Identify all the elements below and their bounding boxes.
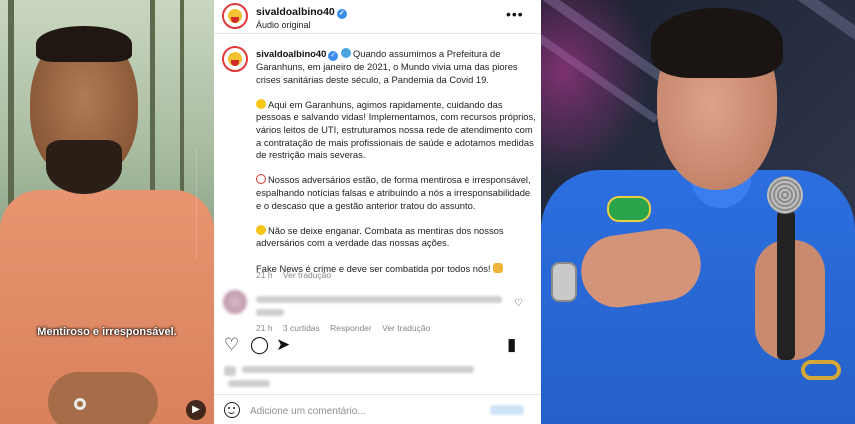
speaker-ring (74, 398, 86, 410)
like-heart-icon[interactable]: ♡ (224, 336, 239, 354)
smile-emoji-icon (256, 224, 266, 235)
man-hair (651, 8, 783, 78)
speaker-hair (36, 26, 132, 62)
caption-author-avatar[interactable] (222, 46, 248, 72)
blurred-likes-avatar (224, 366, 236, 376)
publish-comment-button[interactable] (490, 405, 524, 415)
comment-like-heart-icon[interactable]: ♡ (514, 298, 523, 309)
pin-emoji-icon (340, 48, 351, 58)
stage-light (541, 0, 651, 180)
caption-translate-link[interactable]: Ver tradução (283, 270, 331, 280)
right-photo-frame (541, 0, 855, 424)
emoji-picker-icon[interactable] (224, 402, 240, 418)
blurred-date-text (228, 380, 270, 387)
background-tree (150, 0, 155, 200)
speaker-hand (48, 372, 158, 424)
smile-emoji-icon (256, 98, 266, 109)
volume-icon[interactable]: ▶ (186, 400, 206, 420)
blurred-comment-text (256, 309, 284, 316)
video-watermark (196, 150, 208, 260)
bookmark-icon[interactable]: ▮ (507, 336, 516, 354)
caption-paragraph-2: Aqui em Garanhuns, agimos rapidamente, c… (256, 98, 536, 162)
background-tree (8, 0, 14, 220)
comment-meta: 21 h 3 curtidas Responder Ver tradução (256, 323, 438, 333)
header-divider (214, 33, 541, 34)
caption-meta: 21 h Ver tradução (256, 270, 339, 280)
instagram-post-panel: sivaldoalbino40 ✓ Áudio original ••• siva… (214, 0, 541, 424)
comment-box-divider (214, 394, 541, 395)
comment-translate-link[interactable]: Ver tradução (382, 323, 430, 333)
comment-input[interactable]: Adicione um comentário... (250, 406, 366, 417)
post-author-header[interactable]: sivaldoalbino40 ✓ (256, 6, 347, 19)
caption-paragraph-1: sivaldoalbino40 ✓ Quando assumimos a Pref… (256, 48, 536, 86)
more-options-icon[interactable]: ••• (506, 6, 524, 22)
microphone-icon (767, 176, 803, 214)
caption-text-3: Nossos adversários estão, de forma menti… (256, 174, 531, 211)
post-author-username[interactable]: sivaldoalbino40 (256, 6, 335, 18)
caption-username[interactable]: sivaldoalbino40 (256, 48, 326, 59)
speaker-beard (46, 140, 122, 194)
blurred-likes-text (242, 366, 474, 373)
wristwatch (551, 262, 577, 302)
caption-text-2: Aqui em Garanhuns, agimos rapidamente, c… (256, 98, 536, 161)
blurred-comment-text (256, 296, 502, 303)
comment-likes[interactable]: 3 curtidas (283, 323, 320, 333)
video-subtitle: Mentiroso e irresponsável. (37, 326, 177, 338)
comment-bubble-icon[interactable]: ◯ (250, 336, 269, 354)
caption-paragraph-4: Não se deixe enganar. Combata as mentira… (256, 224, 536, 250)
verified-badge-icon: ✓ (336, 9, 347, 19)
commenter-avatar[interactable] (223, 290, 247, 314)
comment-time: 21 h (256, 323, 273, 333)
caption-paragraph-3: Nossos adversários estão, de forma menti… (256, 174, 536, 212)
audio-label[interactable]: Áudio original (256, 20, 311, 30)
verified-badge-icon: ✓ (328, 51, 339, 61)
microphone-handle (777, 210, 795, 360)
caption-text-4: Não se deixe enganar. Combata as mentira… (256, 224, 504, 249)
background-tree (180, 0, 184, 210)
pray-emoji-icon (493, 262, 504, 273)
left-video-frame: Mentiroso e irresponsável. ▶ (0, 0, 214, 424)
caption-time: 21 h (256, 270, 273, 280)
post-caption: sivaldoalbino40 ✓ Quando assumimos a Pref… (256, 48, 536, 288)
share-send-icon[interactable]: ➤ (276, 336, 290, 354)
campaign-sticker (607, 196, 651, 222)
gold-bracelet (801, 360, 841, 380)
no-entry-emoji-icon (256, 174, 266, 185)
comment-reply-link[interactable]: Responder (330, 323, 372, 333)
post-author-avatar[interactable] (222, 3, 248, 29)
